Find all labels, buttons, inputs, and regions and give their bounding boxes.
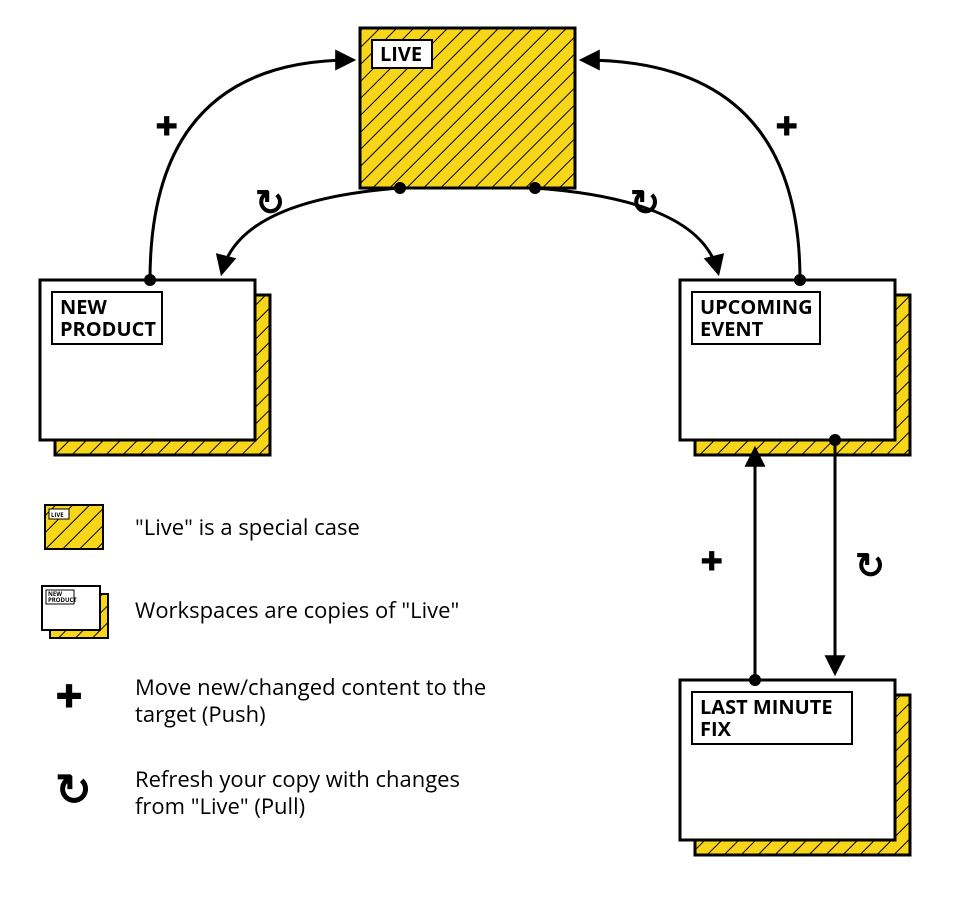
- node-last-minute-fix: LAST MINUTE FIX: [680, 680, 910, 855]
- refresh-icon: ↻: [855, 540, 885, 589]
- live-label: LIVE: [380, 40, 422, 67]
- last-minute-fix-label-2: FIX: [700, 715, 732, 742]
- refresh-icon: ↻: [55, 758, 92, 818]
- plus-icon: +: [155, 97, 178, 152]
- svg-text:LIVE: LIVE: [51, 511, 64, 519]
- legend-live-icon: LIVE: [45, 505, 103, 549]
- legend-live-text: "Live" is a special case: [135, 512, 360, 542]
- svg-text:PRODUCT: PRODUCT: [48, 596, 77, 604]
- legend: LIVE "Live" is a special case NEW PRODUC…: [42, 505, 486, 821]
- node-upcoming-event: UPCOMING EVENT: [680, 280, 910, 455]
- arrows-lastminutefix-upcomingevent: + ↻: [700, 434, 885, 686]
- new-product-label-2: PRODUCT: [60, 315, 156, 342]
- legend-workspace-icon: NEW PRODUCT: [42, 586, 108, 638]
- legend-push-text-2: target (Push): [135, 699, 266, 729]
- refresh-icon: ↻: [255, 177, 285, 226]
- upcoming-event-label-2: EVENT: [700, 315, 764, 342]
- legend-pull-text-2: from "Live" (Pull): [135, 791, 305, 821]
- legend-workspace-text: Workspaces are copies of "Live": [135, 595, 459, 625]
- refresh-icon: ↻: [630, 177, 660, 226]
- node-live: LIVE: [360, 28, 575, 188]
- node-new-product: NEW PRODUCT: [40, 280, 270, 455]
- workspace-diagram: LIVE NEW PRODUCT UPCOMING EVENT LAST MIN…: [0, 0, 960, 901]
- legend-push-text-1: Move new/changed content to the: [135, 672, 486, 702]
- plus-icon: +: [775, 97, 798, 152]
- plus-icon: +: [55, 663, 83, 728]
- legend-pull-text-1: Refresh your copy with changes: [135, 764, 460, 794]
- plus-icon: +: [700, 532, 723, 587]
